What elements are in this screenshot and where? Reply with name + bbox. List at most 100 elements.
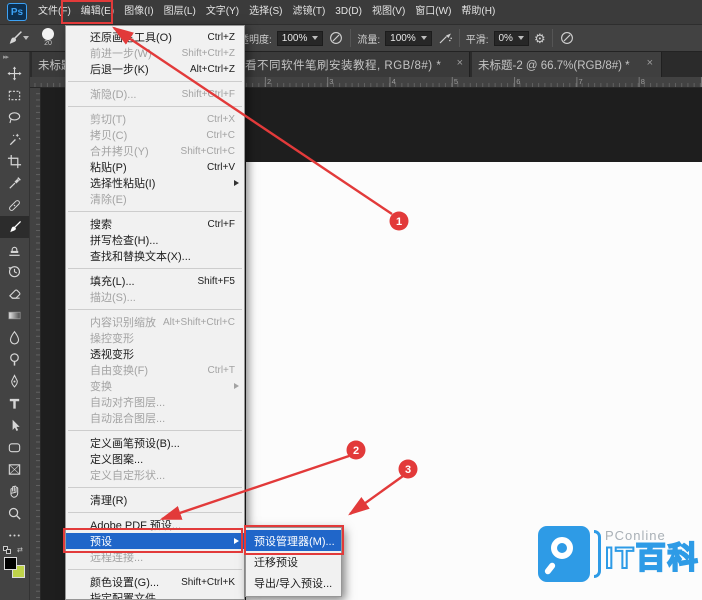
pen-tool[interactable] <box>0 370 29 392</box>
menu-item[interactable]: 合并拷贝(Y)Shift+Ctrl+C <box>66 143 244 159</box>
flow-field[interactable]: 100% <box>385 31 432 46</box>
type-icon <box>7 396 22 411</box>
shape-tool[interactable] <box>0 436 29 458</box>
zoom-tool[interactable] <box>0 502 29 524</box>
menu-item[interactable]: Adobe PDF 预设... <box>66 517 244 533</box>
menu-item[interactable]: 图层(L) <box>159 0 201 24</box>
menu-item[interactable]: 填充(L)...Shift+F5 <box>66 273 244 289</box>
menu-item[interactable]: 预设 <box>66 533 244 549</box>
tab2-close-icon[interactable]: × <box>647 57 653 69</box>
menu-item[interactable]: 窗口(W) <box>410 0 456 24</box>
brush-tool[interactable] <box>0 216 29 238</box>
vertical-ruler <box>30 88 41 600</box>
document-tab-2[interactable]: 未标题-2 @ 66.7%(RGB/8#) * × <box>472 52 662 77</box>
hand-icon <box>7 484 22 499</box>
menu-item[interactable]: 拼写检查(H)... <box>66 232 244 248</box>
swap-colors-icon[interactable]: ⇄ <box>17 547 23 555</box>
menu-item[interactable]: 清理(R) <box>66 492 244 508</box>
shape-icon <box>7 440 22 455</box>
menu-item[interactable]: 定义图案... <box>66 451 244 467</box>
photoshop-logo: Ps <box>7 3 27 21</box>
menu-item-label: 清理(R) <box>90 492 127 508</box>
menu-item[interactable]: 自动对齐图层... <box>66 394 244 410</box>
marquee-tool[interactable] <box>0 84 29 106</box>
default-colors-icon[interactable] <box>3 546 12 555</box>
menu-item[interactable]: 拷贝(C)Ctrl+C <box>66 127 244 143</box>
menu-item[interactable]: 导出/导入预设... <box>246 572 341 593</box>
menu-item[interactable]: 自由变换(F)Ctrl+T <box>66 362 244 378</box>
menu-item[interactable]: 前进一步(W)Shift+Ctrl+Z <box>66 45 244 61</box>
type-tool[interactable] <box>0 392 29 414</box>
menu-item[interactable]: 远程连接... <box>66 549 244 565</box>
menu-item[interactable]: 透视变形 <box>66 346 244 362</box>
dodge-tool[interactable] <box>0 348 29 370</box>
chevron-down-icon[interactable] <box>421 36 427 40</box>
menu-item[interactable]: 粘贴(P)Ctrl+V <box>66 159 244 175</box>
toolbar-collapse-icon[interactable]: ▸▸ <box>0 52 29 62</box>
menu-item[interactable]: 定义画笔预设(B)... <box>66 435 244 451</box>
magic-wand-tool[interactable] <box>0 128 29 150</box>
path-selection-icon <box>7 418 22 433</box>
chevron-down-icon[interactable] <box>312 36 318 40</box>
airbrush-icon[interactable] <box>437 30 453 46</box>
menu-item[interactable]: 帮助(H) <box>456 0 500 24</box>
menu-item[interactable]: 变换 <box>66 378 244 394</box>
menu-item[interactable]: 定义自定形状... <box>66 467 244 483</box>
blur-tool[interactable] <box>0 326 29 348</box>
menu-item[interactable]: 文字(Y) <box>201 0 244 24</box>
menu-edit-active[interactable]: 编辑(E) <box>76 0 119 24</box>
menu-item[interactable]: 渐隐(D)...Shift+Ctrl+F <box>66 86 244 102</box>
menu-item[interactable]: 操控变形 <box>66 330 244 346</box>
menu-item[interactable]: 迁移预设 <box>246 551 341 572</box>
gradient-tool[interactable] <box>0 304 29 326</box>
clone-stamp-tool[interactable] <box>0 238 29 260</box>
menu-item[interactable]: 文件(F) <box>33 0 76 24</box>
menu-item[interactable]: 清除(E) <box>66 191 244 207</box>
menu-separator <box>66 565 244 574</box>
brand-name: PConline <box>605 528 700 543</box>
pressure-opacity-icon[interactable] <box>328 30 344 46</box>
move-tool[interactable] <box>0 62 29 84</box>
hand-tool[interactable] <box>0 480 29 502</box>
foreground-color-swatch[interactable] <box>4 557 17 570</box>
chevron-down-icon[interactable] <box>518 36 524 40</box>
eyedropper-tool[interactable] <box>0 172 29 194</box>
chevron-down-icon[interactable] <box>23 36 29 40</box>
brush-size-preview[interactable]: 20 <box>37 28 59 48</box>
menu-item[interactable]: 剪切(T)Ctrl+X <box>66 111 244 127</box>
menu-item[interactable]: 描边(S)... <box>66 289 244 305</box>
eraser-tool[interactable] <box>0 282 29 304</box>
menu-item[interactable]: 后退一步(K)Alt+Ctrl+Z <box>66 61 244 77</box>
pressure-size-icon[interactable] <box>559 30 575 46</box>
edit-toolbar-button[interactable] <box>0 524 29 546</box>
menu-item-label: 拼写检查(H)... <box>90 232 158 248</box>
menu-item[interactable]: 还原画笔工具(O)Ctrl+Z <box>66 29 244 45</box>
menu-item[interactable]: 图像(I) <box>119 0 158 24</box>
menu-item[interactable]: 颜色设置(G)...Shift+Ctrl+K <box>66 574 244 590</box>
menu-item-label: 拷贝(C) <box>90 127 127 143</box>
frame-tool[interactable] <box>0 458 29 480</box>
menu-item[interactable]: 预设管理器(M)... <box>246 530 341 551</box>
history-brush-tool[interactable] <box>0 260 29 282</box>
menu-item[interactable]: 滤镜(T) <box>288 0 331 24</box>
menu-item[interactable]: 3D(D) <box>330 0 367 24</box>
menu-item-label: 迁移预设 <box>254 554 298 570</box>
smoothing-field[interactable]: 0% <box>494 31 529 46</box>
brush-preset-picker[interactable] <box>6 30 23 47</box>
lasso-tool[interactable] <box>0 106 29 128</box>
menu-item[interactable]: 搜索Ctrl+F <box>66 216 244 232</box>
menu-item-label: 预设管理器(M)... <box>254 533 335 549</box>
healing-brush-tool[interactable] <box>0 194 29 216</box>
menu-item[interactable]: 视图(V) <box>367 0 410 24</box>
crop-tool[interactable] <box>0 150 29 172</box>
path-selection-tool[interactable] <box>0 414 29 436</box>
menu-item[interactable]: 选择(S) <box>244 0 287 24</box>
menu-item[interactable]: 内容识别缩放Alt+Shift+Ctrl+C <box>66 314 244 330</box>
menu-item[interactable]: 选择性粘贴(I) <box>66 175 244 191</box>
gear-icon[interactable]: ⚙ <box>534 32 546 45</box>
opacity-field[interactable]: 100% <box>277 31 324 46</box>
tab1-close-icon[interactable]: × <box>457 57 463 69</box>
menu-item[interactable]: 指定配置文件... <box>66 590 244 600</box>
menu-item[interactable]: 查找和替换文本(X)... <box>66 248 244 264</box>
menu-item[interactable]: 自动混合图层... <box>66 410 244 426</box>
